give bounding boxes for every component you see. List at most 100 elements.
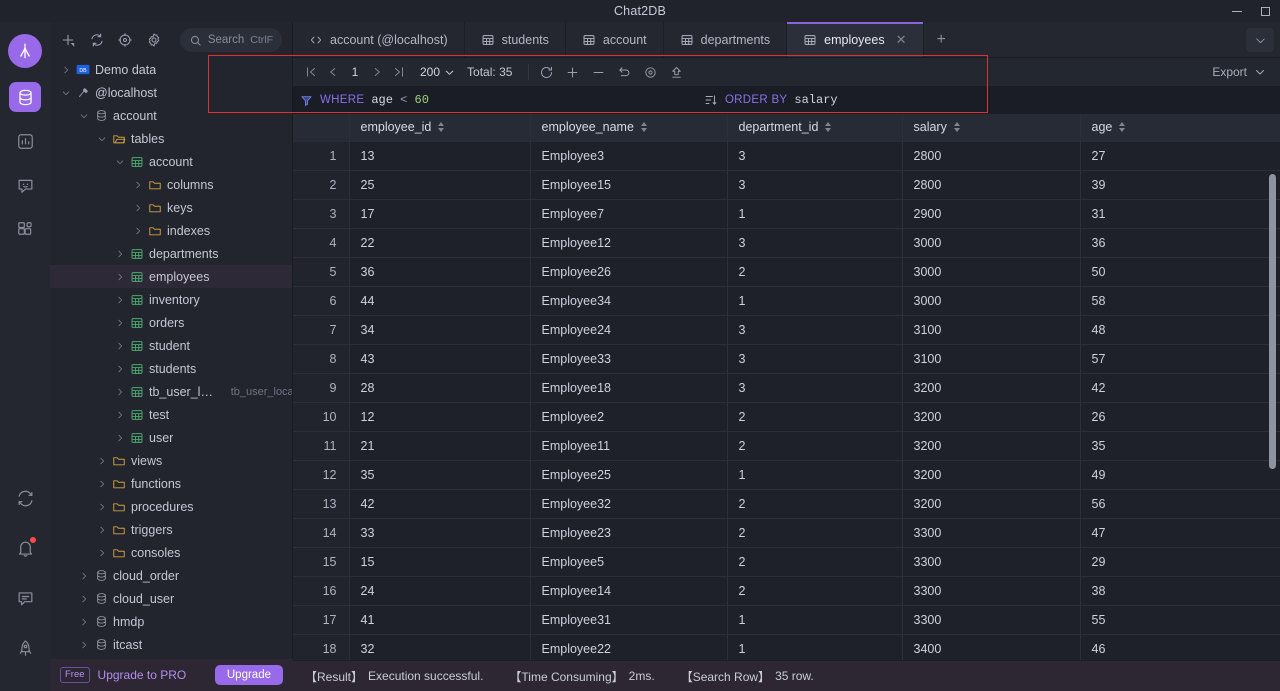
cell-department_id[interactable]: 3 (727, 315, 903, 345)
cell-employee_name[interactable]: Employee25 (530, 460, 728, 490)
delete-row-icon[interactable] (585, 61, 611, 83)
cell-age[interactable]: 38 (1080, 576, 1280, 606)
cell-employee_id[interactable]: 32 (349, 634, 531, 660)
cell-employee_name[interactable]: Employee26 (530, 257, 728, 287)
tree-item-views[interactable]: views (50, 449, 292, 472)
cell-employee_name[interactable]: Employee22 (530, 634, 728, 660)
cell-department_id[interactable]: 3 (727, 170, 903, 200)
cell-employee_id[interactable]: 36 (349, 257, 531, 287)
chevron-down-icon[interactable] (78, 110, 89, 121)
tree-item-cloud-user[interactable]: cloud_user (50, 587, 292, 610)
page-number[interactable]: 1 (344, 65, 366, 79)
rail-item-ai-chat[interactable] (9, 170, 41, 200)
table-row[interactable]: 3 17 Employee7 1 2900 31 (293, 199, 1280, 229)
cell-employee_name[interactable]: Employee12 (530, 228, 728, 258)
cell-employee_name[interactable]: Employee7 (530, 199, 728, 229)
tree-item-tables[interactable]: tables (50, 127, 292, 150)
sort-toggle-icon[interactable] (953, 122, 960, 133)
table-row[interactable]: 12 35 Employee25 1 3200 49 (293, 460, 1280, 490)
cell-employee_id[interactable]: 34 (349, 315, 531, 345)
execute-upload-icon[interactable] (663, 61, 689, 83)
data-grid[interactable]: employee_id employee_name department_id sal… (293, 114, 1280, 660)
where-clause[interactable]: WHERE age < 60 (300, 93, 429, 107)
tab-students[interactable]: students (465, 22, 566, 57)
tree-item-cloud-order[interactable]: cloud_order (50, 564, 292, 587)
refresh-icon[interactable] (88, 31, 104, 49)
chevron-right-icon[interactable] (96, 478, 107, 489)
table-row[interactable]: 16 24 Employee14 2 3300 38 (293, 576, 1280, 606)
cell-age[interactable]: 56 (1080, 489, 1280, 519)
cell-salary[interactable]: 3300 (902, 518, 1081, 548)
cell-employee_id[interactable]: 17 (349, 199, 531, 229)
tree-item-students[interactable]: students (50, 357, 292, 380)
tree-item-indexes[interactable]: indexes (50, 219, 292, 242)
cell-employee_id[interactable]: 33 (349, 518, 531, 548)
cell-age[interactable]: 47 (1080, 518, 1280, 548)
cell-salary[interactable]: 3200 (902, 373, 1081, 403)
cell-age[interactable]: 26 (1080, 402, 1280, 432)
rail-item-notifications[interactable] (9, 533, 41, 563)
chevron-right-icon[interactable] (78, 570, 89, 581)
rail-item-dashboard[interactable] (9, 126, 41, 156)
chevron-right-icon[interactable] (132, 179, 143, 190)
sort-toggle-icon[interactable] (1119, 122, 1126, 133)
chevron-right-icon[interactable] (96, 524, 107, 535)
table-row[interactable]: 13 42 Employee32 2 3200 56 (293, 489, 1280, 519)
tree-item-triggers[interactable]: triggers (50, 518, 292, 541)
tree-item--localhost[interactable]: @localhost (50, 81, 292, 104)
tree-item-procedures[interactable]: procedures (50, 495, 292, 518)
page-prev-icon[interactable] (322, 61, 344, 83)
table-row[interactable]: 2 25 Employee15 3 2800 39 (293, 170, 1280, 200)
cell-age[interactable]: 57 (1080, 344, 1280, 374)
table-row[interactable]: 17 41 Employee31 1 3300 55 (293, 605, 1280, 635)
table-row[interactable]: 8 43 Employee33 3 3100 57 (293, 344, 1280, 374)
cell-salary[interactable]: 3100 (902, 315, 1081, 345)
chevron-right-icon[interactable] (78, 639, 89, 650)
cell-salary[interactable]: 3200 (902, 402, 1081, 432)
table-row[interactable]: 6 44 Employee34 1 3000 58 (293, 286, 1280, 316)
cell-age[interactable]: 42 (1080, 373, 1280, 403)
cell-employee_id[interactable]: 24 (349, 576, 531, 606)
cell-employee_name[interactable]: Employee32 (530, 489, 728, 519)
upgrade-text[interactable]: Upgrade to PRO (98, 668, 187, 682)
chevron-right-icon[interactable] (114, 340, 125, 351)
cell-salary[interactable]: 3000 (902, 257, 1081, 287)
tree-item-consoles[interactable]: consoles (50, 541, 292, 564)
tree-item-test[interactable]: test (50, 403, 292, 426)
cell-employee_id[interactable]: 35 (349, 460, 531, 490)
chevron-right-icon[interactable] (114, 386, 125, 397)
cell-employee_id[interactable]: 15 (349, 547, 531, 577)
cell-age[interactable]: 27 (1080, 141, 1280, 171)
sort-toggle-icon[interactable] (825, 122, 832, 133)
rail-item-workspace[interactable] (9, 214, 41, 244)
table-row[interactable]: 1 13 Employee3 3 2800 27 (293, 141, 1280, 171)
cell-department_id[interactable]: 3 (727, 373, 903, 403)
cell-department_id[interactable]: 1 (727, 605, 903, 635)
rail-item-database[interactable] (9, 82, 41, 112)
cell-department_id[interactable]: 3 (727, 344, 903, 374)
cell-age[interactable]: 55 (1080, 605, 1280, 635)
orderby-clause[interactable]: ORDER BY salary (704, 93, 838, 107)
cell-age[interactable]: 48 (1080, 315, 1280, 345)
cell-salary[interactable]: 3300 (902, 547, 1081, 577)
table-row[interactable]: 10 12 Employee2 2 3200 26 (293, 402, 1280, 432)
cell-age[interactable]: 58 (1080, 286, 1280, 316)
chevron-right-icon[interactable] (114, 271, 125, 282)
cell-employee_name[interactable]: Employee2 (530, 402, 728, 432)
cell-employee_name[interactable]: Employee11 (530, 431, 728, 461)
tab-account-localhost-[interactable]: account (@localhost) (293, 22, 465, 57)
cell-employee_name[interactable]: Employee3 (530, 141, 728, 171)
add-row-icon[interactable] (559, 61, 585, 83)
chevron-right-icon[interactable] (114, 363, 125, 374)
tree-item-user[interactable]: user (50, 426, 292, 449)
cell-salary[interactable]: 3300 (902, 576, 1081, 606)
cell-employee_name[interactable]: Employee14 (530, 576, 728, 606)
table-row[interactable]: 9 28 Employee18 3 3200 42 (293, 373, 1280, 403)
tree-item-keys[interactable]: keys (50, 196, 292, 219)
cell-age[interactable]: 36 (1080, 228, 1280, 258)
vertical-scrollbar[interactable] (1269, 174, 1276, 469)
new-tab-button[interactable]: + (924, 22, 959, 57)
preview-icon[interactable] (637, 61, 663, 83)
cell-age[interactable]: 46 (1080, 634, 1280, 660)
cell-employee_id[interactable]: 42 (349, 489, 531, 519)
